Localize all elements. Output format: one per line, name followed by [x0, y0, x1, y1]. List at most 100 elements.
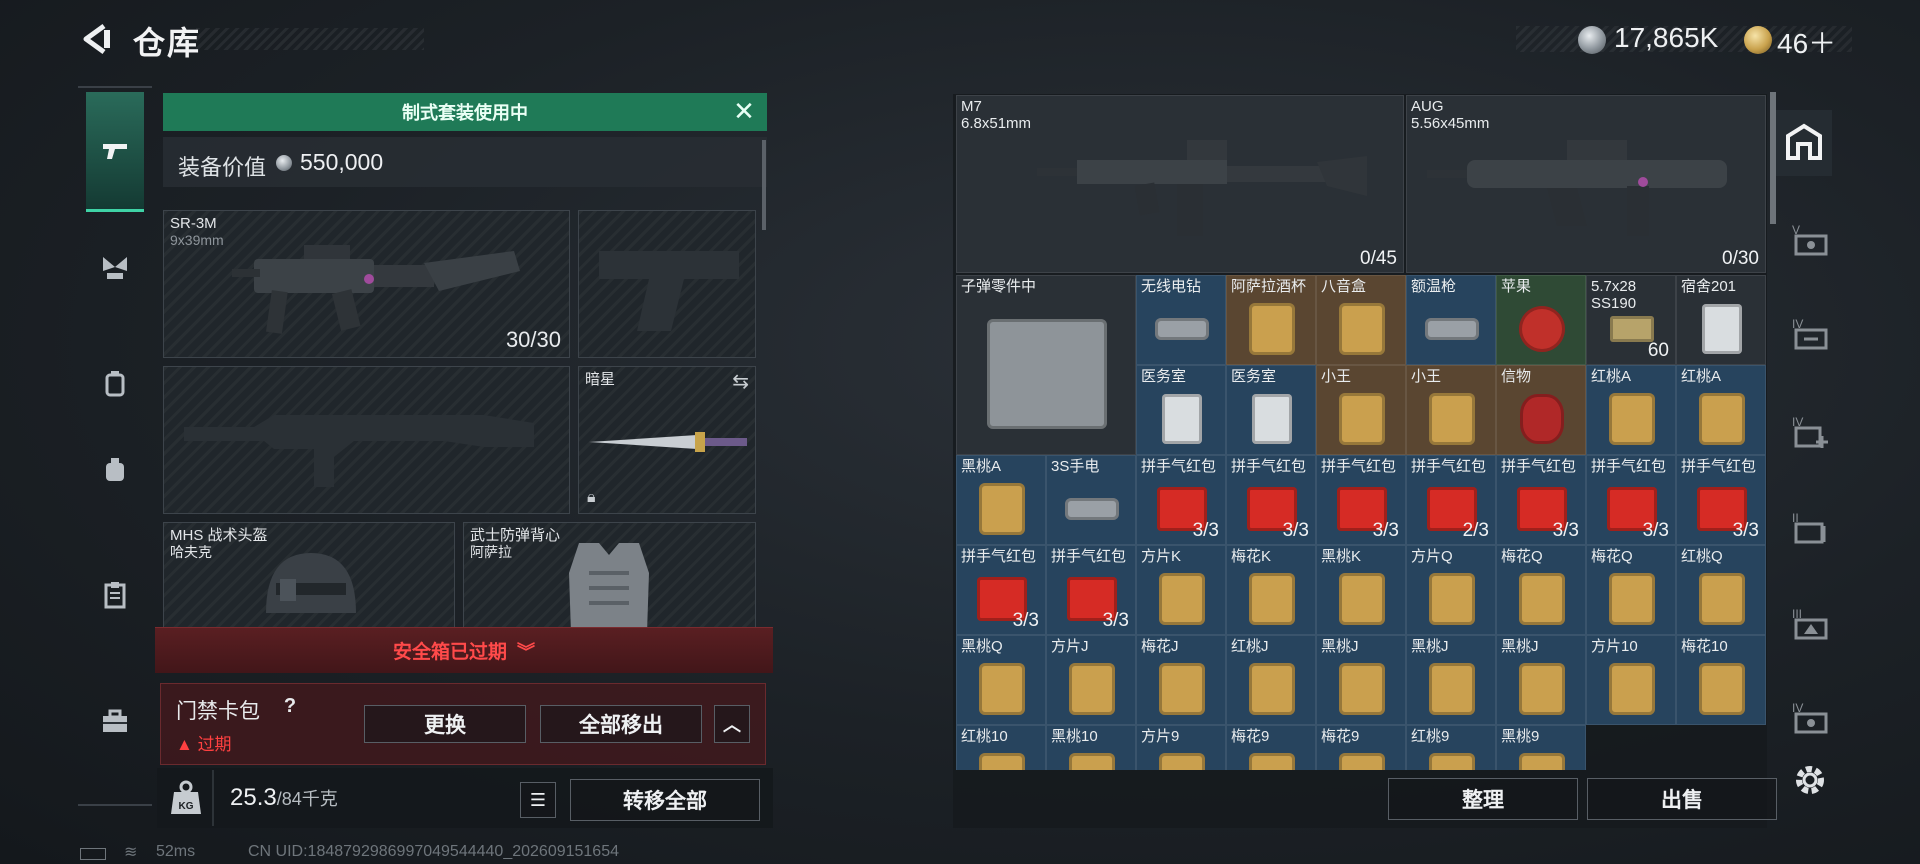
- item-cell[interactable]: 小王: [1316, 365, 1406, 455]
- swap-icon[interactable]: ⇆: [732, 369, 749, 394]
- nav-vault-iv-b[interactable]: IV: [1786, 694, 1834, 742]
- gold-amount[interactable]: 46＋: [1777, 22, 1836, 62]
- primary-weapon-caliber: 9x39mm: [170, 232, 224, 248]
- item-cell[interactable]: 黑桃Q: [956, 635, 1046, 725]
- item-image: [1065, 498, 1119, 520]
- close-icon[interactable]: ✕: [730, 98, 758, 126]
- back-arrow-icon[interactable]: [80, 22, 114, 56]
- loadout-scrollbar[interactable]: [762, 140, 766, 230]
- item-cell[interactable]: 梅花10: [1676, 635, 1766, 725]
- chevron-up-icon[interactable]: ︿: [714, 705, 750, 743]
- item-name: 梅花Q: [1501, 548, 1543, 565]
- item-cell[interactable]: 拼手气红包 3/3: [1676, 455, 1766, 545]
- item-cell[interactable]: 方片9: [1136, 725, 1226, 770]
- item-image: [1429, 753, 1475, 770]
- nav-vault-iii[interactable]: III: [1786, 600, 1834, 648]
- item-cell[interactable]: 方片K: [1136, 545, 1226, 635]
- item-cell[interactable]: 黑桃K: [1316, 545, 1406, 635]
- move-all-out-button[interactable]: 全部移出: [540, 705, 702, 743]
- item-cell[interactable]: 额温枪: [1406, 275, 1496, 365]
- item-cell[interactable]: 梅花J: [1136, 635, 1226, 725]
- item-cell[interactable]: 无线电钻: [1136, 275, 1226, 365]
- nav-vault-v[interactable]: V: [1786, 216, 1834, 264]
- item-cell[interactable]: 红桃A: [1676, 365, 1766, 455]
- item-cell[interactable]: 梅花Q: [1586, 545, 1676, 635]
- primary-weapon-slot[interactable]: SR-3M 9x39mm 30/30: [163, 210, 570, 358]
- item-cell[interactable]: 黑桃J: [1496, 635, 1586, 725]
- list-icon[interactable]: ☰: [520, 782, 556, 818]
- item-cell[interactable]: 医务室: [1226, 365, 1316, 455]
- item-cell[interactable]: 梅花Q: [1496, 545, 1586, 635]
- item-cell[interactable]: 信物: [1496, 365, 1586, 455]
- item-cell[interactable]: 黑桃A: [956, 455, 1046, 545]
- warning-icon: ▲: [176, 735, 193, 754]
- item-cell[interactable]: 拼手气红包 3/3: [1136, 455, 1226, 545]
- settings-gear-icon[interactable]: [1790, 760, 1830, 800]
- item-cell[interactable]: 红桃Q: [1676, 545, 1766, 635]
- item-cell[interactable]: 梅花K: [1226, 545, 1316, 635]
- nav-vault-iv-plus[interactable]: IV: [1786, 408, 1834, 456]
- item-cell[interactable]: 红桃A: [1586, 365, 1676, 455]
- nav-vault-ii[interactable]: II: [1786, 504, 1834, 552]
- item-name: 黑桃A: [961, 458, 1002, 475]
- item-name: 八音盒: [1321, 278, 1367, 295]
- item-cell[interactable]: 拼手气红包 2/3: [1406, 455, 1496, 545]
- item-cell[interactable]: 梅花9: [1226, 725, 1316, 770]
- item-name: 阿萨拉酒杯: [1231, 278, 1307, 295]
- item-cell[interactable]: 方片10: [1586, 635, 1676, 725]
- coin-amount[interactable]: 17,865K: [1614, 22, 1718, 54]
- item-cell[interactable]: 黑桃9: [1496, 725, 1586, 770]
- item-cell[interactable]: 红桃9: [1406, 725, 1496, 770]
- nav-vault-iv[interactable]: IV: [1786, 310, 1834, 358]
- sort-button[interactable]: 整理: [1388, 778, 1578, 820]
- item-cell[interactable]: 小王: [1406, 365, 1496, 455]
- item-cell[interactable]: 宿舍201: [1676, 275, 1766, 365]
- item-cell[interactable]: 黑桃10: [1046, 725, 1136, 770]
- item-cell[interactable]: 拼手气红包 3/3: [956, 545, 1046, 635]
- item-image: [1339, 663, 1385, 715]
- nav-backpack[interactable]: [86, 354, 144, 412]
- item-cell[interactable]: 拼手气红包 3/3: [1046, 545, 1136, 635]
- secondary-weapon-slot[interactable]: [163, 366, 570, 514]
- nav-pack[interactable]: [86, 440, 144, 498]
- vest-slot[interactable]: 武士防弹背心 阿萨拉: [463, 522, 756, 632]
- item-image: [1159, 753, 1205, 770]
- item-cell[interactable]: 拼手气红包 3/3: [1226, 455, 1316, 545]
- item-cell[interactable]: 医务室: [1136, 365, 1226, 455]
- melee-slot[interactable]: 暗星 ⇆ 🔒︎: [578, 366, 756, 514]
- item-cell[interactable]: 苹果: [1496, 275, 1586, 365]
- transfer-all-button[interactable]: 转移全部: [570, 779, 760, 821]
- item-cell[interactable]: 八音盒: [1316, 275, 1406, 365]
- sell-button[interactable]: 出售: [1587, 778, 1777, 820]
- pistol-slot[interactable]: [578, 210, 756, 358]
- item-name: 拼手气红包: [1411, 458, 1487, 475]
- item-cell[interactable]: 3S手电: [1046, 455, 1136, 545]
- helmet-slot[interactable]: MHS 战术头盔 哈夫克: [163, 522, 455, 632]
- item-cell[interactable]: 红桃10: [956, 725, 1046, 770]
- nav-cosmetics[interactable]: [86, 238, 144, 296]
- item-cell[interactable]: 梅花9: [1316, 725, 1406, 770]
- item-cell[interactable]: 红桃J: [1226, 635, 1316, 725]
- item-cell[interactable]: 方片Q: [1406, 545, 1496, 635]
- item-cell[interactable]: 黑桃J: [1406, 635, 1496, 725]
- item-cell[interactable]: 阿萨拉酒杯: [1226, 275, 1316, 365]
- equipment-value-label: 装备价值: [178, 155, 267, 180]
- item-image: [1702, 304, 1742, 354]
- item-cell[interactable]: 拼手气红包 3/3: [1496, 455, 1586, 545]
- nav-safehouse[interactable]: [1776, 110, 1832, 176]
- weapon-m7-cell[interactable]: M7 6.8x51mm 0/45: [956, 95, 1404, 273]
- item-cell[interactable]: 黑桃J: [1316, 635, 1406, 725]
- help-icon[interactable]: ?: [278, 695, 302, 719]
- safe-box-expired-bar[interactable]: 安全箱已过期 ︾: [155, 627, 773, 673]
- replace-button[interactable]: 更换: [364, 705, 526, 743]
- item-cell[interactable]: 子弹零件中: [956, 275, 1136, 455]
- nav-clipboard[interactable]: [86, 566, 144, 624]
- item-cell[interactable]: 5.7x28 SS190 60: [1586, 275, 1676, 365]
- item-cell[interactable]: 拼手气红包 3/3: [1316, 455, 1406, 545]
- weapon-aug-cell[interactable]: AUG 5.56x45mm 0/30: [1406, 95, 1766, 273]
- item-cell[interactable]: 方片J: [1046, 635, 1136, 725]
- nav-toolbox[interactable]: [86, 692, 144, 750]
- weapon-caliber: 5.56x45mm: [1411, 115, 1490, 132]
- item-cell[interactable]: 拼手气红包 3/3: [1586, 455, 1676, 545]
- nav-weapons[interactable]: [86, 92, 144, 212]
